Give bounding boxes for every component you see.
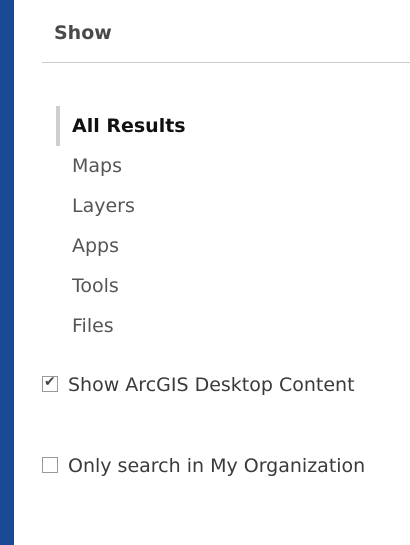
- filter-tools[interactable]: Tools: [56, 266, 186, 306]
- divider: [42, 62, 410, 63]
- filter-maps[interactable]: Maps: [56, 146, 186, 186]
- filter-list: All Results Maps Layers Apps Tools Files: [56, 106, 186, 346]
- filter-apps[interactable]: Apps: [56, 226, 186, 266]
- check-icon: ✔: [44, 374, 56, 390]
- filter-layers[interactable]: Layers: [56, 186, 186, 226]
- my-org-checkbox[interactable]: [42, 457, 58, 473]
- my-org-label[interactable]: Only search in My Organization: [68, 455, 365, 477]
- filter-panel: Show All Results Maps Layers Apps Tools …: [14, 0, 410, 545]
- desktop-content-option[interactable]: ✔ Show ArcGIS Desktop Content: [42, 367, 402, 404]
- desktop-content-checkbox[interactable]: ✔: [42, 374, 58, 392]
- my-org-option[interactable]: Only search in My Organization: [42, 448, 402, 485]
- section-title: Show: [54, 22, 112, 44]
- desktop-content-label[interactable]: Show ArcGIS Desktop Content: [68, 374, 355, 396]
- filter-files[interactable]: Files: [56, 306, 186, 346]
- filter-all-results[interactable]: All Results: [56, 106, 186, 146]
